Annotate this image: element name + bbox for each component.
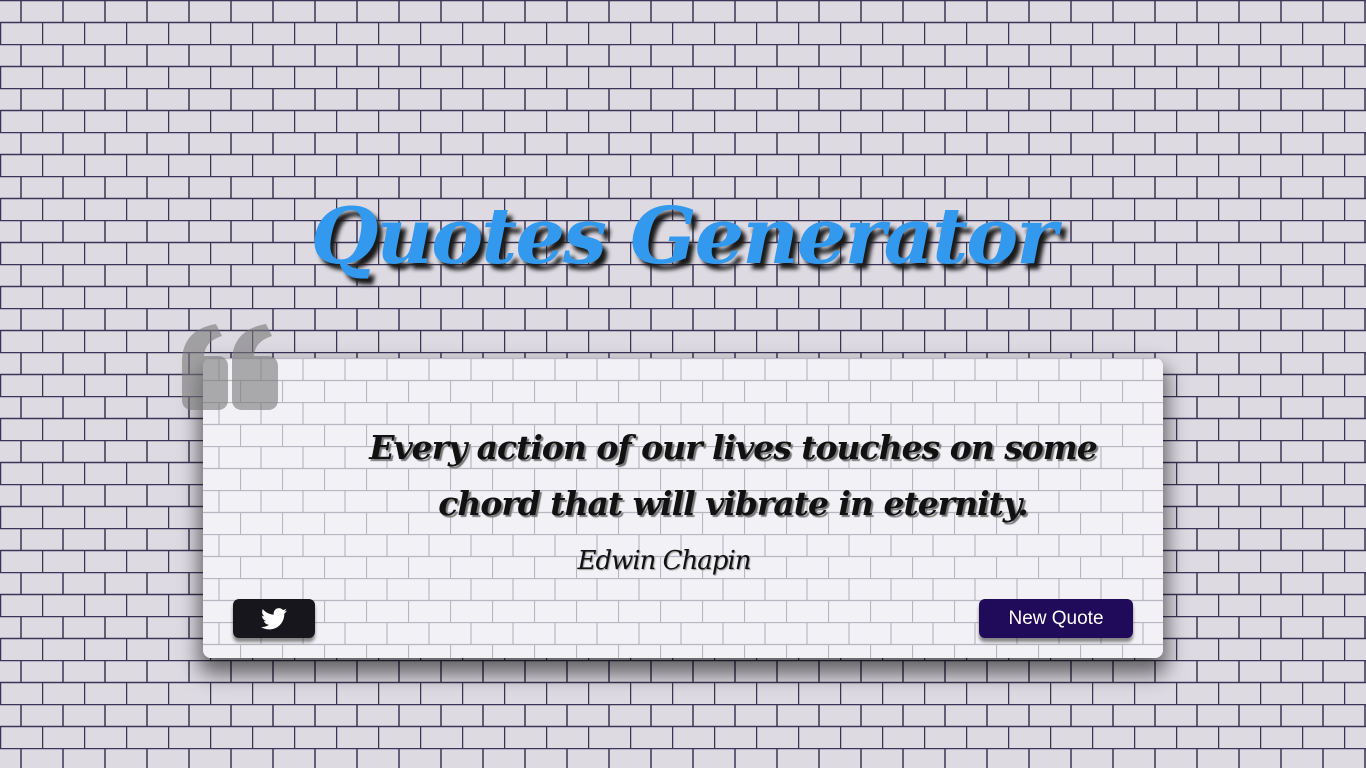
page-title: Quotes Generator bbox=[310, 191, 1058, 282]
quote-text: Every action of our lives touches on som… bbox=[369, 428, 1097, 523]
quote-mark-icon bbox=[182, 324, 278, 410]
quote-card: Every action of our lives touches on som… bbox=[203, 358, 1163, 658]
twitter-icon bbox=[261, 607, 287, 629]
quote-author: Edwin Chapin bbox=[577, 546, 751, 576]
new-quote-button[interactable]: New Quote bbox=[979, 599, 1133, 638]
tweet-button[interactable] bbox=[233, 599, 315, 638]
